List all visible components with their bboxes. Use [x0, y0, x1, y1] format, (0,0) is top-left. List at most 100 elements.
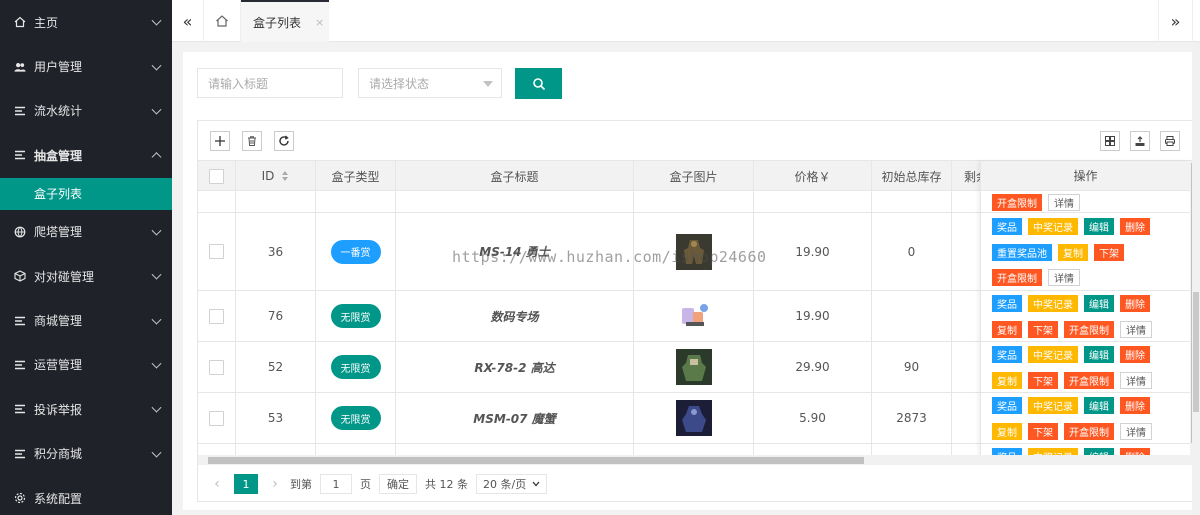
sidebar-item-box-management[interactable]: 抽盒管理 [0, 133, 172, 177]
detail-button[interactable]: 详情 [1120, 320, 1152, 338]
select-all-checkbox[interactable] [209, 168, 224, 184]
add-button[interactable] [210, 131, 230, 151]
sidebar-subitem-box-list[interactable]: 盒子列表 [0, 177, 172, 210]
open-limit-button[interactable]: 开盒限制 [1064, 422, 1114, 440]
status-select[interactable]: 请选择状态 [358, 68, 502, 98]
prev-page-icon[interactable]: ‹ [208, 476, 226, 492]
sidebar-item-home[interactable]: 主页 [0, 0, 172, 44]
chevron-down-icon [151, 402, 162, 413]
scroll-tabs-left-button[interactable]: « [172, 0, 204, 42]
sidebar-item-system-config[interactable]: 系统配置 [0, 476, 172, 515]
edit-button[interactable]: 编辑 [1084, 397, 1114, 415]
offline-button[interactable]: 下架 [1028, 320, 1058, 338]
list-icon [14, 403, 26, 415]
win-records-button[interactable]: 中奖记录 [1028, 346, 1078, 364]
sidebar-item-users[interactable]: 用户管理 [0, 44, 172, 88]
offline-button[interactable]: 下架 [1028, 371, 1058, 389]
row-checkbox[interactable] [209, 244, 224, 259]
cell-price: 5.90 [754, 393, 872, 443]
goto-page-input[interactable]: 1 [320, 474, 352, 494]
title-search-input[interactable]: 请输入标题 [197, 68, 343, 98]
detail-button[interactable]: 详情 [1120, 422, 1152, 440]
prize-button[interactable]: 奖品 [992, 295, 1022, 313]
search-button[interactable] [515, 68, 562, 99]
open-limit-button[interactable]: 开盒限制 [992, 193, 1042, 211]
win-records-button[interactable]: 中奖记录 [1028, 218, 1078, 236]
plus-icon [215, 136, 225, 146]
open-limit-button[interactable]: 开盒限制 [992, 269, 1042, 287]
export-button[interactable] [1130, 131, 1150, 151]
cell-stock: 2873 [872, 393, 952, 443]
prize-button[interactable]: 奖品 [992, 346, 1022, 364]
sidebar-item-match[interactable]: 对对碰管理 [0, 254, 172, 298]
detail-button[interactable]: 详情 [1048, 269, 1080, 287]
delete-button[interactable]: 删除 [1120, 397, 1150, 415]
column-header-label: 盒子标题 [490, 169, 539, 184]
sidebar-item-complaints[interactable]: 投诉举报 [0, 387, 172, 431]
copy-button[interactable]: 复制 [992, 422, 1022, 440]
tab-box-list[interactable]: 盒子列表 × [241, 0, 329, 42]
page-vertical-scrollbar[interactable] [1192, 42, 1200, 515]
copy-button[interactable]: 复制 [1058, 243, 1088, 261]
columns-filter-button[interactable] [1100, 131, 1120, 151]
offline-button[interactable]: 下架 [1094, 243, 1124, 261]
next-page-icon[interactable]: › [266, 476, 284, 492]
sidebar-item-label: 商城管理 [34, 314, 83, 329]
sidebar-item-points-mall[interactable]: 积分商城 [0, 432, 172, 476]
delete-selected-button[interactable] [242, 131, 262, 151]
prize-button[interactable]: 奖品 [992, 397, 1022, 415]
delete-button[interactable]: 删除 [1120, 295, 1150, 313]
open-limit-button[interactable]: 开盒限制 [1064, 320, 1114, 338]
home-icon [14, 16, 26, 28]
sort-icon[interactable] [282, 171, 289, 181]
table-horizontal-scrollbar[interactable] [198, 455, 1192, 465]
column-header-id[interactable]: ID [236, 161, 316, 191]
scroll-tabs-right-button[interactable]: » [1158, 0, 1192, 42]
chevron-down-icon [532, 481, 540, 487]
column-header-label: 价格￥ [794, 169, 831, 184]
type-badge: 无限赏 [330, 355, 381, 379]
edit-button[interactable]: 编辑 [1084, 346, 1114, 364]
chevron-up-icon [151, 152, 162, 163]
box-thumbnail[interactable] [675, 233, 712, 270]
refresh-button[interactable] [274, 131, 294, 151]
open-limit-button[interactable]: 开盒限制 [1064, 371, 1114, 389]
detail-button[interactable]: 详情 [1120, 371, 1152, 389]
copy-button[interactable]: 复制 [992, 371, 1022, 389]
print-button[interactable] [1160, 131, 1180, 151]
box-thumbnail[interactable] [675, 349, 712, 385]
reset-prize-pool-button[interactable]: 重置奖品池 [992, 243, 1052, 261]
box-thumbnail[interactable] [675, 298, 712, 334]
sidebar-item-flow-stats[interactable]: 流水统计 [0, 89, 172, 133]
scrollbar-thumb[interactable] [1193, 292, 1199, 412]
sidebar-item-operations[interactable]: 运营管理 [0, 343, 172, 387]
edit-button[interactable]: 编辑 [1084, 295, 1114, 313]
row-checkbox[interactable] [209, 308, 224, 324]
column-header-label: 盒子类型 [331, 169, 380, 184]
win-records-button[interactable]: 中奖记录 [1028, 295, 1078, 313]
box-thumbnail[interactable] [675, 400, 712, 436]
double-chevron-left-icon: « [182, 11, 193, 31]
close-icon[interactable]: × [315, 16, 324, 29]
prize-button[interactable]: 奖品 [992, 218, 1022, 236]
column-header-ops: 操作 [981, 161, 1190, 191]
cell-price: 19.90 [754, 213, 872, 290]
detail-button[interactable]: 详情 [1048, 193, 1080, 211]
edit-button[interactable]: 编辑 [1084, 218, 1114, 236]
delete-button[interactable]: 删除 [1120, 346, 1150, 364]
row-checkbox[interactable] [209, 359, 224, 375]
page-current[interactable]: 1 [234, 474, 258, 494]
row-checkbox[interactable] [209, 410, 224, 426]
goto-confirm-button[interactable]: 确定 [379, 474, 417, 494]
delete-button[interactable]: 删除 [1120, 218, 1150, 236]
home-tab[interactable] [204, 0, 241, 42]
sidebar-item-tower[interactable]: 爬塔管理 [0, 210, 172, 254]
copy-button[interactable]: 复制 [992, 320, 1022, 338]
sidebar-item-mall[interactable]: 商城管理 [0, 298, 172, 342]
scrollbar-thumb[interactable] [208, 457, 864, 464]
win-records-button[interactable]: 中奖记录 [1028, 397, 1078, 415]
chevron-down-icon [151, 314, 162, 325]
page-size-select[interactable]: 20 条/页 [476, 474, 548, 494]
tab-menu-button[interactable] [1192, 0, 1200, 42]
offline-button[interactable]: 下架 [1028, 422, 1058, 440]
